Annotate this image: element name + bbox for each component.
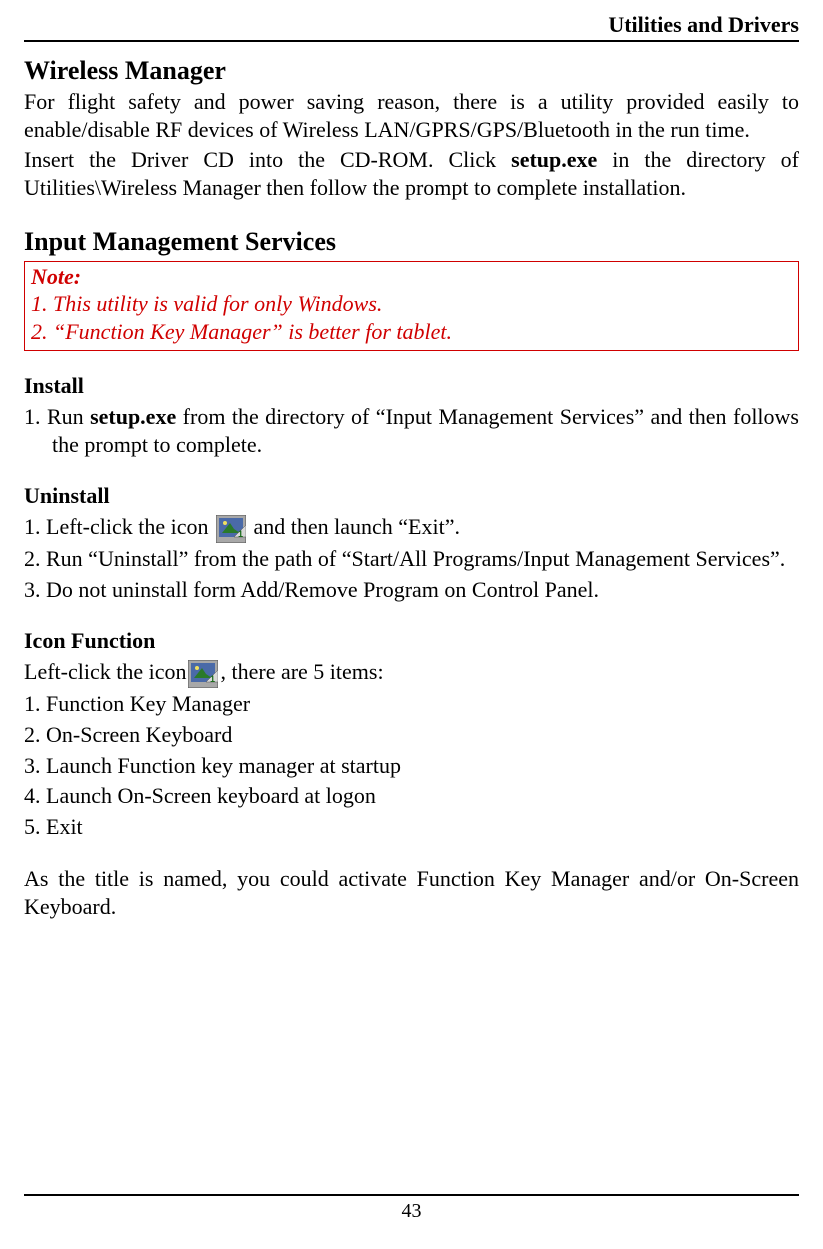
svg-text:1: 1 bbox=[238, 529, 243, 539]
page: Utilities and Drivers Wireless Manager F… bbox=[0, 0, 823, 1249]
svg-text:1: 1 bbox=[210, 674, 215, 684]
uninstall-step-1: 1. Left-click the icon 1 and then launch… bbox=[24, 513, 799, 543]
uninstall-title: Uninstall bbox=[24, 483, 799, 509]
setup-exe-label: setup.exe bbox=[90, 404, 176, 429]
top-divider bbox=[24, 40, 799, 42]
install-step-1: 1. Run setup.exe from the directory of “… bbox=[24, 403, 799, 459]
text: 1. Left-click the icon bbox=[24, 514, 214, 539]
tray-icon: 1 bbox=[216, 515, 246, 543]
footer: 43 bbox=[24, 1194, 799, 1249]
note-line-2: 2. “Function Key Manager” is better for … bbox=[31, 318, 792, 346]
icon-function-item-4: 4. Launch On-Screen keyboard at logon bbox=[24, 782, 799, 811]
chapter-title: Utilities and Drivers bbox=[24, 12, 799, 40]
icon-function-item-2: 2. On-Screen Keyboard bbox=[24, 721, 799, 750]
text: , there are 5 items: bbox=[220, 659, 383, 684]
text: Left-click the icon bbox=[24, 659, 186, 684]
wireless-paragraph-2: Insert the Driver CD into the CD-ROM. Cl… bbox=[24, 146, 799, 202]
icon-function-item-5: 5. Exit bbox=[24, 813, 799, 842]
wireless-paragraph-1: For flight safety and power saving reaso… bbox=[24, 88, 799, 144]
section-wireless-title: Wireless Manager bbox=[24, 56, 799, 86]
icon-function-item-1: 1. Function Key Manager bbox=[24, 690, 799, 719]
text: Insert the Driver CD into the CD-ROM. Cl… bbox=[24, 147, 511, 172]
text: and then launch “Exit”. bbox=[248, 514, 460, 539]
uninstall-step-2: 2. Run “Uninstall” from the path of “Sta… bbox=[24, 545, 799, 574]
note-title: Note: bbox=[31, 264, 792, 290]
uninstall-step-3: 3. Do not uninstall form Add/Remove Prog… bbox=[24, 576, 799, 605]
setup-exe-label: setup.exe bbox=[511, 147, 597, 172]
tray-icon: 1 bbox=[188, 660, 218, 688]
page-number: 43 bbox=[24, 1200, 799, 1223]
section-ims-title: Input Management Services bbox=[24, 227, 799, 257]
icon-function-title: Icon Function bbox=[24, 628, 799, 654]
text: 1. Run bbox=[24, 404, 90, 429]
note-box: Note: 1. This utility is valid for only … bbox=[24, 261, 799, 351]
icon-function-outro: As the title is named, you could activat… bbox=[24, 865, 799, 921]
note-line-1: 1. This utility is valid for only Window… bbox=[31, 290, 792, 318]
icon-function-intro: Left-click the icon 1 , there are 5 item… bbox=[24, 658, 799, 688]
bottom-divider bbox=[24, 1194, 799, 1196]
install-title: Install bbox=[24, 373, 799, 399]
icon-function-item-3: 3. Launch Function key manager at startu… bbox=[24, 752, 799, 781]
